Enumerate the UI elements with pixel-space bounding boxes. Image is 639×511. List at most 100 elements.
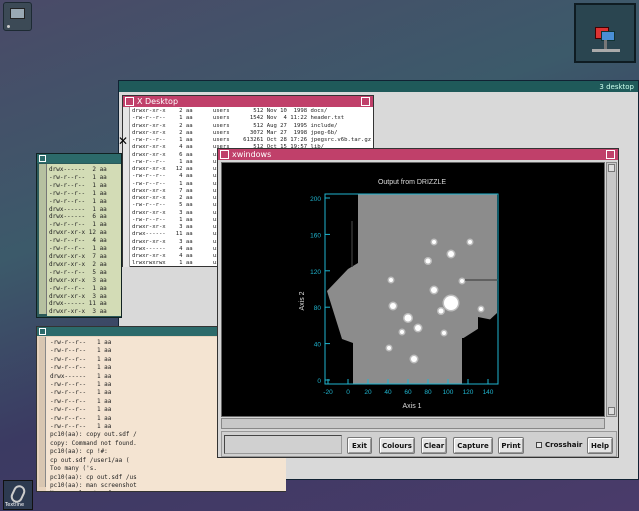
star [389, 278, 393, 282]
crosshair-checkbox[interactable] [536, 442, 542, 448]
terminal-line: drwxr-xr-x 3 aa [49, 308, 107, 316]
green-terminal-titlebar[interactable] [37, 154, 121, 163]
plot-svg: Output from DRIZZLE20016012080400-20 0 20 4… [299, 179, 499, 410]
terminal-line: -rw-r--r-- 1 aa [49, 189, 107, 197]
star [400, 330, 404, 334]
plot-hscrollbar[interactable] [221, 418, 605, 429]
colours-button[interactable]: Colours [379, 437, 415, 454]
y-axis-label: Axis 2 [299, 291, 306, 310]
dock-icon[interactable]: Textline [3, 480, 33, 510]
terminal-line: -rw-r--r-- 5 aa [49, 268, 107, 276]
terminal-line: -rw-r--r-- 1 aa [49, 221, 107, 229]
y-tick-label: 0 [317, 378, 321, 385]
plot-vscrollbar[interactable] [606, 162, 617, 417]
corner-app-icon[interactable] [3, 2, 32, 31]
star [404, 314, 412, 322]
x-tick-label: 0 [346, 389, 350, 396]
terminal-line: -rw-r--r-- 1 aa [49, 173, 107, 181]
xwindows-title: xwindows [232, 150, 272, 159]
maximize-icon[interactable] [606, 150, 615, 159]
star [448, 251, 454, 257]
masked-region [462, 338, 498, 384]
dock-label: Textline [5, 502, 25, 508]
green-terminal-text: drwx------ 2 aa -rw-r--r-- 1 aa -rw-r--r--… [47, 164, 121, 316]
star [442, 331, 446, 335]
star [479, 307, 483, 311]
x-axis-label: Axis 1 [402, 403, 421, 410]
star [411, 356, 417, 362]
star [444, 296, 458, 310]
terminal-line: drwxr-xr-x 2 aa [49, 260, 107, 268]
terminal-line: -rw-r--r-- 1 aa [49, 197, 107, 205]
mailbox-icon [592, 23, 620, 53]
scroll-down-arrow-icon[interactable] [608, 407, 615, 415]
x-tick-label: 80 [424, 389, 432, 396]
xwindows-window[interactable]: xwindows Output from DRIZZLE 200 160 120 80 4… [217, 148, 619, 458]
plot-canvas[interactable]: Output from DRIZZLE 200 160 120 80 40 0 -20 0 20 4… [221, 162, 605, 417]
x-mark-icon: ✕ [118, 134, 129, 148]
listing-line: drwxr-xr-x 2 aa users 512 Nov 10 1998 do… [132, 108, 328, 114]
listing-line: drwxr-xr-x 2 aa users 3072 Mar 27 1998 j… [132, 129, 338, 136]
help-button[interactable]: Help [587, 437, 613, 454]
crosshair-label: Crosshair [545, 441, 583, 449]
terminal-scrollbar[interactable] [39, 337, 46, 487]
monitor-icon [10, 8, 25, 19]
x-tick-label: 120 [463, 389, 474, 396]
star [468, 240, 472, 244]
plot-title: Output from DRIZZLE [378, 179, 446, 186]
terminal-line: drwxr-xr-x 7 aa [49, 252, 107, 260]
x-tick-label: 100 [443, 389, 454, 396]
listing-scrollbar[interactable] [123, 107, 130, 267]
green-terminal-window[interactable]: drwx------ 2 aa -rw-r--r-- 1 aa -rw-r--r--… [36, 153, 122, 318]
x-tick-label: -20 [323, 389, 333, 396]
clear-button[interactable]: Clear [421, 437, 447, 454]
terminal-line: -rw-r--r-- 1 aa [49, 181, 107, 189]
scroll-up-arrow-icon[interactable] [608, 164, 615, 172]
xwindows-titlebar[interactable]: xwindows [218, 149, 618, 160]
terminal-line: -rw-r--r-- 4 aa [49, 237, 107, 245]
star [415, 325, 421, 331]
terminal-line: -rw-r--r-- 1 aa [49, 245, 107, 253]
terminal-line: pc10(aa): man screenshot [50, 481, 137, 489]
close-icon[interactable] [125, 97, 134, 106]
terminal-line: Too many ('s. [50, 465, 97, 473]
listing-line: -rw-r--r-- 1 aa users 613261 Oct 28 17:2… [132, 137, 372, 143]
status-field [224, 435, 342, 454]
x-tick-label: 140 [483, 389, 494, 396]
listing-line: drwxr-xr-x 2 aa users 512 Aug 27 1995 in… [132, 122, 338, 129]
star [460, 279, 464, 283]
y-tick-label: 200 [310, 196, 321, 203]
button-bar: Exit Colours Clear Capture Print Crossha… [221, 431, 617, 457]
x-desktop-titlebar[interactable]: X Desktop [123, 96, 373, 107]
y-tick-label: 160 [310, 232, 321, 239]
desktop-window-titlebar[interactable]: 3 desktop [119, 81, 638, 92]
y-tick-label: 120 [310, 269, 321, 276]
terminal-line: No manual entry for scre [50, 490, 282, 491]
exit-button[interactable]: Exit [347, 437, 372, 454]
terminal-line: drwx------ 2 aa [49, 166, 107, 173]
maximize-icon[interactable] [361, 97, 370, 106]
terminal-scrollbar[interactable] [39, 164, 47, 314]
listing-line: -rw-r--r-- 1 aa users 1542 Nov 4 11:22 h… [132, 115, 345, 122]
star [438, 308, 444, 314]
close-icon[interactable] [39, 328, 46, 335]
terminal-line: drwxr-xr-x 3 aa [49, 292, 107, 300]
y-tick-label: 80 [314, 305, 322, 312]
terminal-line: drwx------ 11 aa [49, 300, 107, 308]
desktop-pager[interactable] [574, 3, 636, 63]
star [431, 287, 437, 293]
terminal-line: -rw-r--r-- 1 aa [49, 284, 107, 292]
terminal-line: drwx------ 1 aa [49, 205, 107, 213]
close-icon[interactable] [220, 150, 229, 159]
star [432, 240, 436, 244]
terminal-line: drwxr-xr-x 12 aa [49, 229, 107, 237]
desktop-window-title: 3 desktop [599, 82, 634, 91]
capture-button[interactable]: Capture [453, 437, 493, 454]
print-button[interactable]: Print [498, 437, 524, 454]
x-desktop-title: X Desktop [137, 97, 179, 106]
close-icon[interactable] [39, 155, 46, 162]
terminal-line: drwxr-xr-x 3 aa [49, 276, 107, 284]
star [390, 303, 396, 309]
star [387, 346, 391, 350]
terminal-line: pc10(aa): cp out.sdf /us [50, 473, 137, 481]
